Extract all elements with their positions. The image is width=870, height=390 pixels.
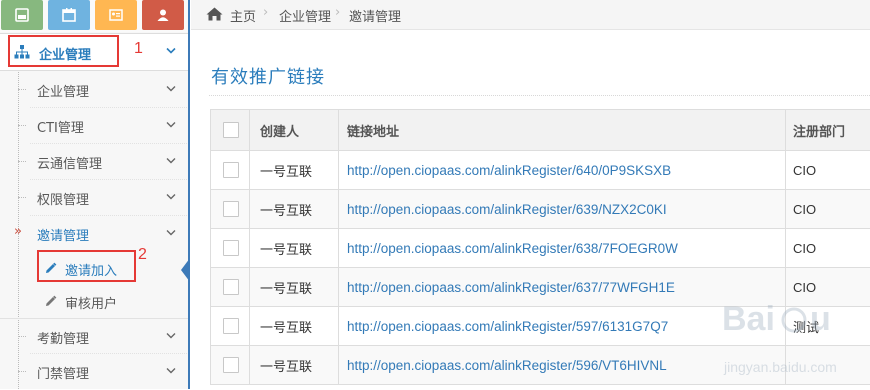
cell-creator: 一号互联: [250, 229, 339, 268]
chevron-down-icon: [166, 332, 176, 340]
table-row[interactable]: 一号互联http://open.ciopaas.com/alinkRegiste…: [211, 151, 870, 190]
pencil-icon: [44, 295, 57, 308]
users-icon: [156, 8, 170, 22]
table-row[interactable]: 一号互联http://open.ciopaas.com/alinkRegiste…: [211, 307, 870, 346]
cell-dept: 测试: [786, 307, 870, 346]
row-checkbox[interactable]: [223, 318, 239, 334]
sidebar-item-label: 企业管理: [37, 81, 89, 100]
chevron-down-icon: [166, 121, 176, 129]
tree-dash: [18, 125, 26, 126]
chevron-down-icon: [166, 193, 176, 201]
annotation-label-2: 2: [138, 246, 147, 264]
main-content: 主页 › 企业管理 › 邀请管理 有效推广链接 创建人 链接地址 注册部门 一号…: [191, 0, 870, 389]
row-select-cell: [211, 151, 250, 190]
sidebar-item-cti[interactable]: CTI管理: [0, 108, 189, 144]
tree-dash: [18, 371, 26, 372]
cell-dept: CIO: [786, 268, 870, 307]
breadcrumb-separator: ›: [335, 5, 340, 20]
divider: [209, 95, 870, 96]
annotation-box-1: [8, 35, 119, 67]
sidebar-item-access-control[interactable]: 门禁管理: [0, 354, 189, 390]
cell-creator: 一号互联: [250, 190, 339, 229]
submenu-item-review-users[interactable]: 审核用户: [0, 285, 189, 318]
breadcrumb-enterprise[interactable]: 企业管理: [279, 6, 331, 25]
sidebar-item-attendance[interactable]: 考勤管理: [0, 318, 189, 354]
row-checkbox[interactable]: [223, 357, 239, 373]
cell-link[interactable]: http://open.ciopaas.com/alinkRegister/59…: [339, 307, 786, 346]
active-marker-icon: »: [14, 224, 22, 239]
cell-link[interactable]: http://open.ciopaas.com/alinkRegister/63…: [339, 268, 786, 307]
chevron-down-icon: [166, 85, 176, 93]
sidebar-item-label: 云通信管理: [37, 153, 102, 172]
row-checkbox[interactable]: [223, 240, 239, 256]
column-header-dept[interactable]: 注册部门: [786, 110, 870, 151]
row-checkbox[interactable]: [223, 162, 239, 178]
cell-dept: CIO: [786, 229, 870, 268]
sidebar-item-cloud-comm[interactable]: 云通信管理: [0, 144, 189, 180]
table-row[interactable]: 一号互联http://open.ciopaas.com/alinkRegiste…: [211, 190, 870, 229]
breadcrumb-home[interactable]: 主页: [230, 6, 256, 25]
submenu-item-label: 审核用户: [65, 293, 117, 312]
annotation-label-1: 1: [134, 40, 143, 58]
row-select-cell: [211, 268, 250, 307]
active-indicator: [181, 258, 190, 282]
cell-link[interactable]: http://open.ciopaas.com/alinkRegister/63…: [339, 190, 786, 229]
cell-creator: 一号互联: [250, 268, 339, 307]
table-row[interactable]: 一号互联http://open.ciopaas.com/alinkRegiste…: [211, 268, 870, 307]
tree-dash: [18, 197, 26, 198]
calendar-icon: [62, 8, 76, 22]
chevron-down-icon: [166, 47, 176, 55]
table-row[interactable]: 一号互联http://open.ciopaas.com/alinkRegiste…: [211, 229, 870, 268]
select-all-cell: [211, 110, 250, 151]
home-icon[interactable]: [206, 7, 223, 21]
select-all-checkbox[interactable]: [223, 122, 239, 138]
id-card-icon: [109, 8, 123, 22]
row-select-cell: [211, 307, 250, 346]
cell-dept: CIO: [786, 190, 870, 229]
cell-link[interactable]: http://open.ciopaas.com/alinkRegister/64…: [339, 151, 786, 190]
tree-dash: [18, 336, 26, 337]
chevron-down-icon: [166, 229, 176, 237]
row-checkbox[interactable]: [223, 279, 239, 295]
sidebar-item-label: 权限管理: [37, 189, 89, 208]
breadcrumb: 主页 › 企业管理 › 邀请管理: [191, 0, 870, 30]
chevron-down-icon: [166, 157, 176, 165]
breadcrumb-current: 邀请管理: [349, 6, 401, 25]
cell-creator: 一号互联: [250, 151, 339, 190]
signal-icon: [15, 8, 29, 22]
cell-link[interactable]: http://open.ciopaas.com/alinkRegister/59…: [339, 346, 786, 385]
sidebar-item-label: CTI管理: [37, 117, 84, 136]
cell-link[interactable]: http://open.ciopaas.com/alinkRegister/63…: [339, 229, 786, 268]
row-select-cell: [211, 346, 250, 385]
shortcut-users-button[interactable]: [142, 0, 184, 30]
table-row[interactable]: 一号互联http://open.ciopaas.com/alinkRegiste…: [211, 346, 870, 385]
cell-dept: [786, 346, 870, 385]
tree-dash: [18, 89, 26, 90]
sidebar-item-label: 邀请管理: [37, 225, 89, 244]
column-header-creator[interactable]: 创建人: [250, 110, 339, 151]
cell-creator: 一号互联: [250, 307, 339, 346]
row-select-cell: [211, 190, 250, 229]
row-checkbox[interactable]: [223, 201, 239, 217]
row-select-cell: [211, 229, 250, 268]
shortcut-idcard-button[interactable]: [95, 0, 137, 30]
sidebar-item-enterprise[interactable]: 企业管理: [0, 72, 189, 108]
tree-dash: [18, 161, 26, 162]
sidebar-item-invite[interactable]: » 邀请管理: [0, 216, 189, 252]
column-header-link[interactable]: 链接地址: [339, 110, 786, 151]
page-title: 有效推广链接: [211, 63, 325, 89]
sidebar-item-label: 考勤管理: [37, 328, 89, 347]
chevron-down-icon: [166, 367, 176, 375]
breadcrumb-separator: ›: [263, 5, 268, 20]
shortcut-bar: [0, 0, 189, 32]
cell-dept: CIO: [786, 151, 870, 190]
links-table: 创建人 链接地址 注册部门 一号互联http://open.ciopaas.co…: [210, 109, 870, 385]
shortcut-signal-button[interactable]: [1, 0, 43, 30]
sidebar-item-permissions[interactable]: 权限管理: [0, 180, 189, 216]
shortcut-calendar-button[interactable]: [48, 0, 90, 30]
sidebar-item-label: 门禁管理: [37, 363, 89, 382]
cell-creator: 一号互联: [250, 346, 339, 385]
annotation-box-2: [37, 250, 136, 282]
table-header-row: 创建人 链接地址 注册部门: [211, 110, 870, 151]
